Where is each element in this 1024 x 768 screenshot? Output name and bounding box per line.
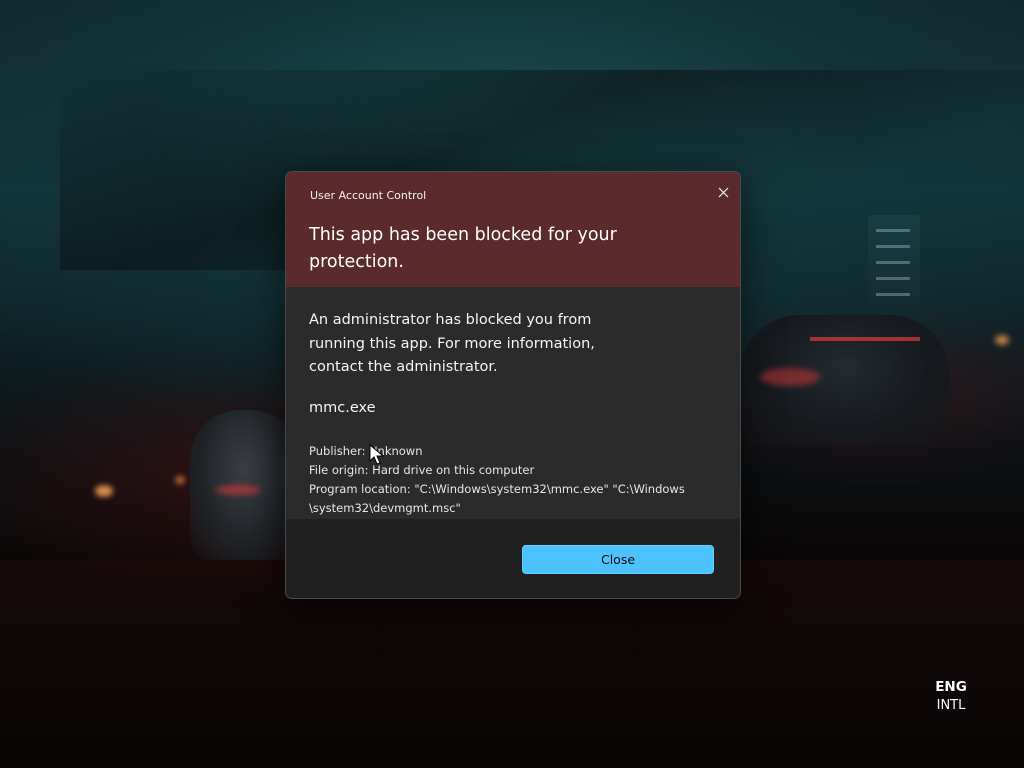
program-location-detail: Program location: "C:\Windows\system32\m… — [309, 482, 685, 496]
background-light — [760, 368, 820, 386]
program-location-detail-continued: \system32\devmgmt.msc" — [309, 501, 461, 515]
publisher-detail: Publisher: Unknown — [309, 444, 423, 458]
language-indicator[interactable]: ENG INTL — [924, 678, 978, 716]
background-light — [95, 485, 113, 497]
blocked-message: An administrator has blocked you from ru… — [309, 312, 595, 375]
program-name: mmc.exe — [309, 400, 376, 416]
dialog-header: User Account Control This app has been b… — [286, 172, 740, 287]
file-origin-detail: File origin: Hard drive on this computer — [309, 463, 535, 477]
background-light — [175, 476, 185, 484]
keyboard-layout: INTL — [936, 698, 966, 713]
dialog-body: An administrator has blocked you from ru… — [286, 287, 740, 519]
close-button[interactable]: Close — [522, 545, 714, 574]
background-light — [995, 335, 1009, 345]
dialog-app-title: User Account Control — [310, 189, 427, 202]
close-icon[interactable] — [711, 180, 735, 204]
language-code: ENG — [935, 679, 967, 695]
arrow-cursor-icon — [369, 444, 385, 465]
dialog-footer: Close — [286, 519, 740, 598]
dialog-heading: This app has been blocked for your prote… — [309, 225, 617, 272]
uac-dialog: User Account Control This app has been b… — [285, 171, 741, 599]
background-light — [215, 485, 261, 495]
desktop-background: User Account Control This app has been b… — [0, 0, 1024, 768]
